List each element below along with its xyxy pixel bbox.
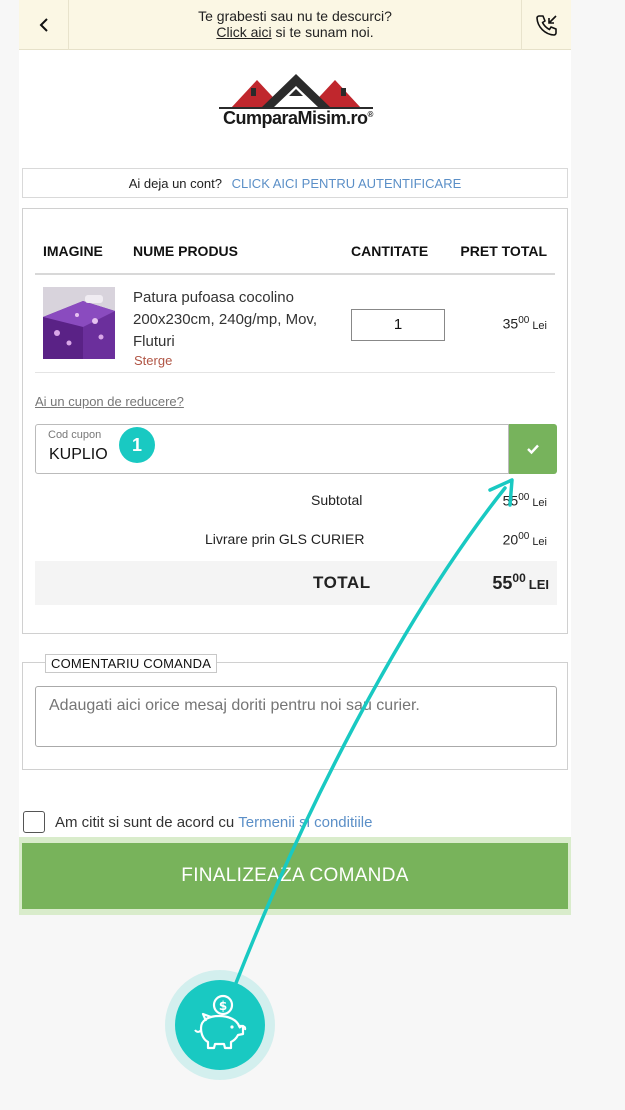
svg-text:$: $ (219, 999, 227, 1013)
subtotal-value: 5500 Lei (502, 492, 547, 509)
call-button[interactable] (521, 0, 571, 50)
callback-link[interactable]: Click aici (216, 24, 271, 40)
account-question: Ai deja un cont? (128, 176, 222, 191)
callback-message: Te grabesti sau nu te descurci? Click ai… (69, 8, 521, 40)
callback-line-2: Click aici si te sunam noi. (69, 24, 521, 40)
line-price: 3500 Lei (502, 315, 547, 332)
account-strip: Ai deja un cont? CLICK AICI PENTRU AUTEN… (22, 168, 568, 198)
coupon-input[interactable] (49, 446, 249, 464)
subtotal-label: Subtotal (311, 492, 363, 508)
terms-row: Am citit si sunt de acord cu Termenii si… (23, 811, 372, 833)
login-link[interactable]: CLICK AICI PENTRU AUTENTIFICARE (232, 176, 462, 191)
product-image[interactable] (43, 287, 115, 359)
piggy-bank-icon: $ (194, 994, 247, 1050)
comment-textarea[interactable] (35, 686, 557, 747)
comment-legend: COMENTARIU COMANDA (45, 654, 218, 673)
phone-incoming-icon (535, 15, 557, 36)
finalize-order-button[interactable]: FINALIZEAZA COMANDA (22, 843, 568, 909)
check-icon (527, 444, 539, 455)
callback-bar: Te grabesti sau nu te descurci? Click ai… (19, 0, 571, 50)
total-label: TOTAL (313, 573, 371, 592)
houses-logo-icon (219, 74, 373, 109)
terms-link[interactable]: Termenii si conditiile (238, 814, 372, 831)
terms-checkbox[interactable] (23, 811, 45, 833)
finalize-area: FINALIZEAZA COMANDA (19, 837, 571, 915)
chevron-left-icon (39, 18, 48, 32)
total-bar: TOTAL 5500 LEI (35, 561, 557, 605)
quantity-input[interactable]: 1 (351, 309, 445, 341)
total-value: 5500 LEI (492, 571, 549, 593)
site-logo[interactable]: CumparaMisim.ro® (211, 72, 381, 134)
cart-row: Patura pufoasa cocolino 200x230cm, 240g/… (35, 275, 555, 373)
savings-badge: $ (165, 970, 275, 1080)
callback-line-1: Te grabesti sau nu te descurci? (198, 8, 392, 24)
comment-section: COMENTARIU COMANDA (22, 654, 568, 770)
header-price: PRET TOTAL (460, 243, 547, 259)
apply-coupon-button[interactable] (509, 424, 557, 474)
cart-box: IMAGINE NUME PRODUS CANTITATE PRET TOTAL (22, 208, 568, 634)
remove-link[interactable]: Sterge (134, 353, 172, 368)
coupon-field[interactable]: Cod cupon (35, 424, 509, 474)
checkout-page: Te grabesti sau nu te descurci? Click ai… (19, 0, 571, 915)
header-name: NUME PRODUS (133, 243, 239, 259)
terms-text: Am citit si sunt de acord cu (55, 813, 235, 831)
header-image: IMAGINE (43, 243, 103, 259)
callback-line-2-rest: si te sunam noi. (271, 24, 374, 40)
delivery-value: 2000 Lei (502, 531, 547, 548)
delivery-label: Livrare prin GLS CURIER (205, 531, 365, 547)
coupon-toggle-link[interactable]: Ai un cupon de reducere? (35, 394, 184, 409)
back-button[interactable] (19, 0, 69, 50)
header-qty: CANTITATE (351, 243, 429, 259)
product-name[interactable]: Patura pufoasa cocolino 200x230cm, 240g/… (133, 287, 333, 353)
coupon-label: Cod cupon (48, 429, 102, 441)
table-header: IMAGINE NUME PRODUS CANTITATE PRET TOTAL (35, 239, 555, 275)
logo-text: CumparaMisim.ro® (223, 108, 373, 128)
